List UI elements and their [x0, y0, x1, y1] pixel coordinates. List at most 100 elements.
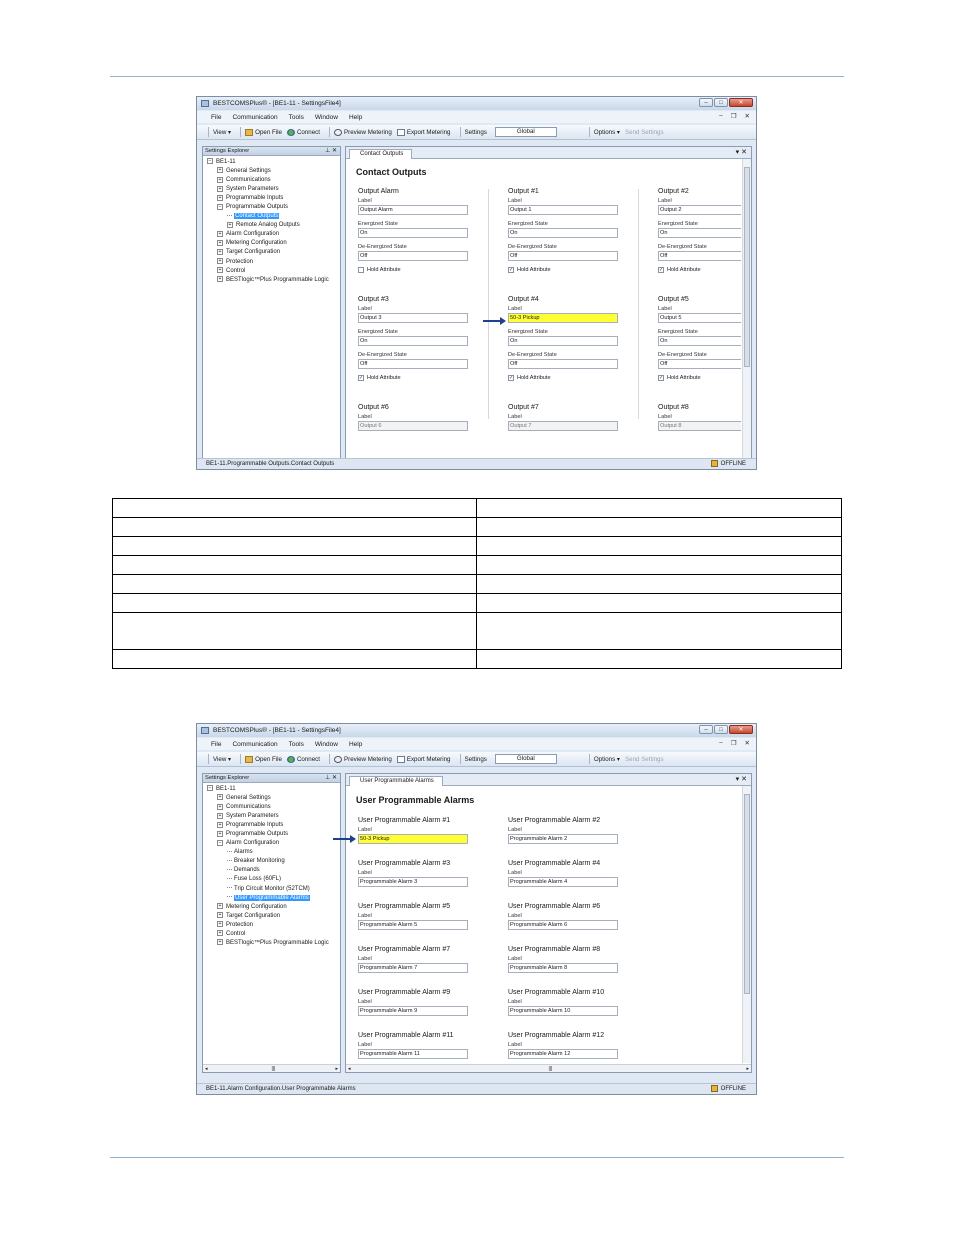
output-label-field[interactable]: Output 8	[658, 421, 741, 431]
tree-item[interactable]: + Metering Configuration	[205, 903, 340, 912]
menu-file[interactable]: File	[211, 114, 221, 121]
alarm-label-field[interactable]: Programmable Alarm 11	[358, 1049, 468, 1059]
settings-group-field[interactable]: Global	[494, 127, 557, 137]
expand-icon[interactable]: +	[217, 903, 223, 910]
pin-close-icon[interactable]: ⊥ ✕	[325, 147, 337, 156]
collapse-icon[interactable]: −	[207, 158, 213, 165]
tree-item[interactable]: Contact Outputs	[205, 212, 340, 221]
deenergized-state-field[interactable]: Off	[358, 251, 468, 261]
alarm-label-field[interactable]: Programmable Alarm 12	[508, 1049, 618, 1059]
expand-icon[interactable]: +	[217, 167, 223, 174]
menu-help[interactable]: Help	[349, 741, 362, 748]
tree-item[interactable]: + Communications	[205, 176, 340, 185]
output-label-field[interactable]: Output 3	[358, 313, 468, 323]
tree-item[interactable]: + Protection	[205, 257, 340, 267]
tree-item[interactable]: Demands	[205, 866, 340, 875]
alarm-label-field[interactable]: Programmable Alarm 5	[358, 920, 468, 930]
maximize-button[interactable]: □	[714, 98, 728, 107]
energized-state-field[interactable]: On	[508, 336, 618, 346]
expand-icon[interactable]: +	[217, 194, 223, 201]
tree-item[interactable]: Alarms	[205, 848, 340, 857]
settings-group-field[interactable]: Global	[494, 754, 557, 764]
expand-icon[interactable]: +	[217, 939, 223, 946]
output-label-field[interactable]: Output 6	[358, 421, 468, 431]
tree-item[interactable]: User Programmable Alarms	[205, 894, 340, 903]
tab-user-programmable-alarms[interactable]: User Programmable Alarms	[349, 776, 443, 786]
tree-item[interactable]: + Metering Configuration	[205, 239, 340, 248]
expand-icon[interactable]: +	[227, 221, 233, 228]
view-menu-button[interactable]: View ▾	[213, 129, 231, 136]
tree-item[interactable]: − BE1-11	[205, 785, 340, 794]
tree-item[interactable]: + BESTlogic™Plus Programmable Logic	[205, 939, 340, 948]
expand-icon[interactable]: +	[217, 830, 223, 837]
view-menu-button[interactable]: View ▾	[213, 756, 231, 763]
collapse-icon[interactable]: −	[217, 203, 223, 210]
tree-item[interactable]: + BESTlogic™Plus Programmable Logic	[205, 276, 340, 285]
expand-icon[interactable]: +	[217, 921, 223, 928]
mdi-close-icon[interactable]: ✕	[745, 739, 750, 747]
energized-state-field[interactable]: On	[508, 228, 618, 238]
expand-icon[interactable]: +	[217, 812, 223, 819]
expand-icon[interactable]: +	[217, 930, 223, 937]
close-button[interactable]: ✕	[729, 98, 753, 107]
explorer-horizontal-scrollbar[interactable]: ◂ ||| ▸	[203, 1064, 340, 1072]
collapse-icon[interactable]: −	[207, 785, 213, 792]
tree-item[interactable]: + Communications	[205, 803, 340, 812]
export-metering-button[interactable]: Export Metering	[396, 755, 451, 763]
tree-item[interactable]: + Target Configuration	[205, 912, 340, 921]
output-label-field[interactable]: Output 7	[508, 421, 618, 431]
hold-attribute-checkbox[interactable]: ✓ Hold Attribute	[508, 374, 648, 383]
output-label-field[interactable]: 50-3 Pickup	[508, 313, 618, 323]
mdi-close-icon[interactable]: ✕	[745, 112, 750, 120]
menu-help[interactable]: Help	[349, 114, 362, 121]
hold-attribute-checkbox[interactable]: ✓ Hold Attribute	[508, 266, 648, 275]
tree-item[interactable]: − Alarm Configuration	[205, 839, 340, 848]
deenergized-state-field[interactable]: Off	[358, 359, 468, 369]
alarm-label-field[interactable]: Programmable Alarm 8	[508, 963, 618, 973]
menu-file[interactable]: File	[211, 741, 221, 748]
deenergized-state-field[interactable]: Off	[658, 359, 741, 369]
pin-close-icon[interactable]: ⊥ ✕	[325, 774, 337, 783]
menu-window[interactable]: Window	[315, 114, 338, 121]
expand-icon[interactable]: +	[217, 803, 223, 810]
alarm-label-field[interactable]: Programmable Alarm 9	[358, 1006, 468, 1016]
tree-item[interactable]: + Control	[205, 930, 340, 939]
mdi-restore-icon[interactable]: ❐	[731, 739, 737, 747]
energized-state-field[interactable]: On	[358, 336, 468, 346]
menu-window[interactable]: Window	[315, 741, 338, 748]
options-menu-button[interactable]: Options ▾	[594, 129, 620, 136]
send-settings-button[interactable]: Send Settings	[625, 756, 664, 763]
vertical-scrollbar[interactable]	[742, 159, 751, 469]
tree-item[interactable]: + General Settings	[205, 794, 340, 803]
tree-item[interactable]: + Programmable Outputs	[205, 830, 340, 839]
deenergized-state-field[interactable]: Off	[508, 359, 618, 369]
menu-communication[interactable]: Communication	[232, 114, 277, 121]
alarm-label-field[interactable]: Programmable Alarm 4	[508, 877, 618, 887]
open-file-button[interactable]: Open File	[245, 128, 282, 136]
preview-metering-button[interactable]: Preview Metering	[334, 128, 392, 136]
alarm-label-field[interactable]: Programmable Alarm 7	[358, 963, 468, 973]
energized-state-field[interactable]: On	[658, 336, 741, 346]
tree-item[interactable]: + System Parameters	[205, 812, 340, 821]
minimize-button[interactable]: –	[699, 98, 713, 107]
expand-icon[interactable]: +	[217, 912, 223, 919]
hold-attribute-checkbox[interactable]: ✓ Hold Attribute	[658, 374, 741, 383]
expand-icon[interactable]: +	[217, 821, 223, 828]
deenergized-state-field[interactable]: Off	[658, 251, 741, 261]
tree-item[interactable]: + System Parameters	[205, 185, 340, 194]
send-settings-button[interactable]: Send Settings	[625, 129, 664, 136]
tree-item[interactable]: Trip Circuit Monitor (52TCM)	[205, 885, 340, 894]
output-label-field[interactable]: Output 2	[658, 205, 741, 215]
expand-icon[interactable]: +	[217, 248, 223, 255]
tree-item[interactable]: + Protection	[205, 921, 340, 930]
tree-item[interactable]: + Programmable Inputs	[205, 821, 340, 830]
preview-metering-button[interactable]: Preview Metering	[334, 755, 392, 763]
tree-item[interactable]: − Programmable Outputs	[205, 203, 340, 212]
tab-controls[interactable]: ▾ ✕	[736, 148, 747, 156]
tree-item[interactable]: + Alarm Configuration	[205, 230, 340, 239]
content-horizontal-scrollbar[interactable]: ◂ ||| ▸	[346, 1064, 751, 1072]
tree-item[interactable]: + Target Configuration	[205, 248, 340, 257]
expand-icon[interactable]: +	[217, 185, 223, 192]
minimize-button[interactable]: –	[699, 725, 713, 734]
output-label-field[interactable]: Output Alarm	[358, 205, 468, 215]
